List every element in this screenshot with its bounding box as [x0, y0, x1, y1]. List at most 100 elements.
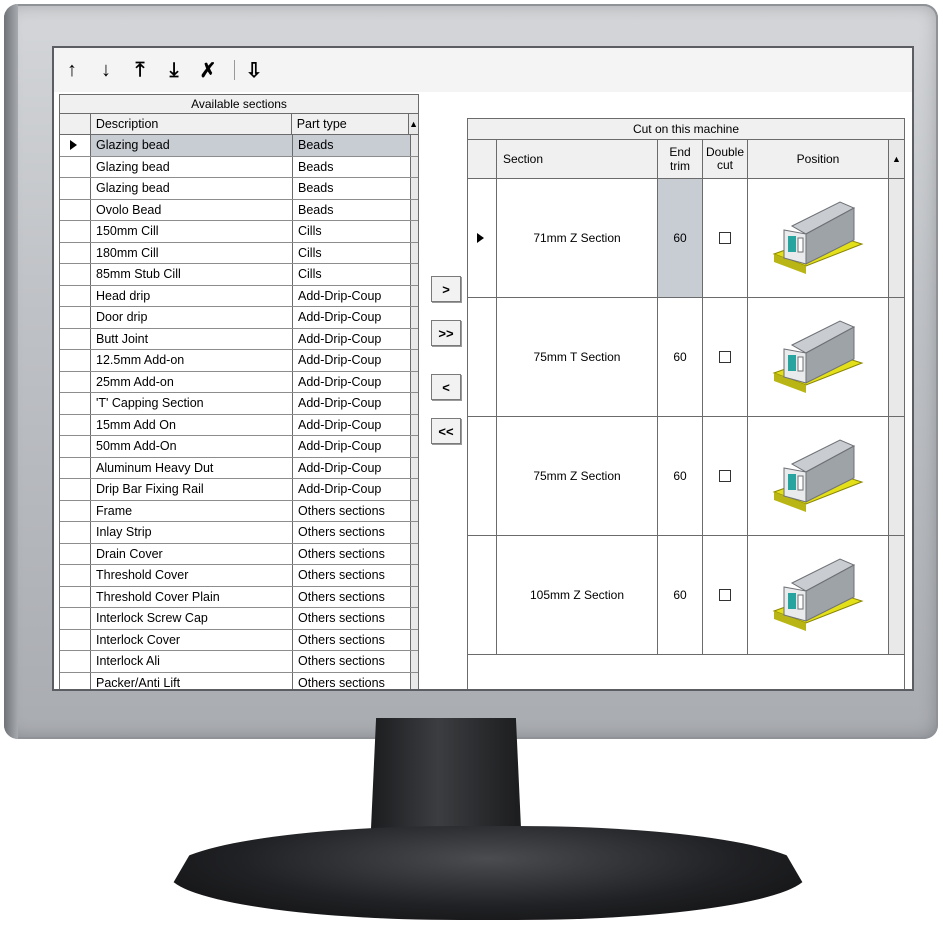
cell-part-type[interactable]: Others sections [293, 586, 411, 607]
cell-part-type[interactable]: Others sections [293, 500, 411, 521]
cell-description[interactable]: Drip Bar Fixing Rail [91, 479, 293, 500]
cell-description[interactable]: Aluminum Heavy Dut [91, 457, 293, 478]
cell-section[interactable]: 71mm Z Section [497, 179, 658, 297]
scrollbar-track[interactable] [411, 543, 418, 564]
scroll-up-icon[interactable]: ▲ [409, 114, 418, 134]
add-all-button[interactable]: >> [431, 320, 461, 346]
table-row[interactable]: 75mm Z Section 60 [468, 417, 904, 536]
cell-description[interactable]: Threshold Cover Plain [91, 586, 293, 607]
scrollbar-track[interactable] [411, 500, 418, 521]
table-row[interactable]: 75mm T Section 60 [468, 298, 904, 417]
cell-description[interactable]: Drain Cover [91, 543, 293, 564]
table-row[interactable]: Packer/Anti Lift Others sections [60, 672, 418, 689]
scrollbar-track[interactable] [889, 536, 904, 654]
table-row[interactable]: 15mm Add On Add-Drip-Coup [60, 414, 418, 436]
scrollbar-track[interactable] [411, 371, 418, 392]
cell-end-trim[interactable]: 60 [658, 536, 703, 654]
scrollbar-track[interactable] [411, 285, 418, 306]
double-cut-checkbox[interactable] [719, 351, 731, 363]
table-row[interactable]: Interlock Ali Others sections [60, 651, 418, 673]
table-row[interactable]: 150mm Cill Cills [60, 221, 418, 243]
column-part-type[interactable]: Part type [292, 114, 410, 134]
scrollbar-track[interactable] [889, 179, 904, 297]
cell-description[interactable]: 25mm Add-on [91, 371, 293, 392]
delete-icon[interactable]: ✗ [194, 56, 222, 84]
cell-part-type[interactable]: Others sections [293, 672, 411, 689]
scrollbar-track[interactable] [411, 522, 418, 543]
column-description[interactable]: Description [91, 114, 292, 134]
cell-part-type[interactable]: Add-Drip-Coup [293, 285, 411, 306]
table-row[interactable]: 180mm Cill Cills [60, 242, 418, 264]
table-row[interactable]: Butt Joint Add-Drip-Coup [60, 328, 418, 350]
cell-section[interactable]: 105mm Z Section [497, 536, 658, 654]
cell-description[interactable]: 180mm Cill [91, 242, 293, 263]
double-cut-checkbox[interactable] [719, 470, 731, 482]
column-position[interactable]: Position [748, 140, 889, 178]
cell-part-type[interactable]: Cills [293, 242, 411, 263]
cell-description[interactable]: 12.5mm Add-on [91, 350, 293, 371]
cell-part-type[interactable]: Cills [293, 221, 411, 242]
cell-part-type[interactable]: Add-Drip-Coup [293, 457, 411, 478]
cell-description[interactable]: 15mm Add On [91, 414, 293, 435]
table-row[interactable]: Glazing bead Beads [60, 135, 418, 157]
cell-part-type[interactable]: Add-Drip-Coup [293, 328, 411, 349]
cell-end-trim[interactable]: 60 [658, 179, 703, 297]
cell-description[interactable]: 85mm Stub Cill [91, 264, 293, 285]
table-row[interactable]: Interlock Screw Cap Others sections [60, 608, 418, 630]
cell-part-type[interactable]: Add-Drip-Coup [293, 414, 411, 435]
scrollbar-track[interactable] [411, 178, 418, 199]
cell-part-type[interactable]: Beads [293, 199, 411, 220]
scrollbar-track[interactable] [411, 436, 418, 457]
cell-part-type[interactable]: Add-Drip-Coup [293, 307, 411, 328]
double-cut-checkbox[interactable] [719, 589, 731, 601]
table-row[interactable]: Frame Others sections [60, 500, 418, 522]
table-row[interactable]: Interlock Cover Others sections [60, 629, 418, 651]
scrollbar-track[interactable] [411, 156, 418, 177]
cell-part-type[interactable]: Add-Drip-Coup [293, 479, 411, 500]
scrollbar-track[interactable] [411, 307, 418, 328]
remove-all-button[interactable]: << [431, 418, 461, 444]
add-button[interactable]: > [431, 276, 461, 302]
scrollbar-track[interactable] [411, 629, 418, 650]
scrollbar-track[interactable] [411, 414, 418, 435]
table-row[interactable]: Inlay Strip Others sections [60, 522, 418, 544]
cell-part-type[interactable]: Others sections [293, 608, 411, 629]
cell-part-type[interactable]: Others sections [293, 651, 411, 672]
cell-section[interactable]: 75mm Z Section [497, 417, 658, 535]
scrollbar-track[interactable] [411, 135, 418, 156]
move-bottom-icon[interactable]: ⤓ [160, 56, 188, 84]
cell-section[interactable]: 75mm T Section [497, 298, 658, 416]
scrollbar-track[interactable] [411, 328, 418, 349]
scrollbar-track[interactable] [411, 393, 418, 414]
table-row[interactable]: Glazing bead Beads [60, 178, 418, 200]
table-row[interactable]: 71mm Z Section 60 [468, 179, 904, 298]
column-end-trim[interactable]: End trim [658, 140, 703, 178]
scrollbar-track[interactable] [411, 221, 418, 242]
table-row[interactable]: 12.5mm Add-on Add-Drip-Coup [60, 350, 418, 372]
cell-description[interactable]: 150mm Cill [91, 221, 293, 242]
cell-description[interactable]: Ovolo Bead [91, 199, 293, 220]
table-row[interactable]: 50mm Add-On Add-Drip-Coup [60, 436, 418, 458]
scrollbar-track[interactable] [411, 586, 418, 607]
column-double-cut[interactable]: Double cut [703, 140, 748, 178]
cell-description[interactable]: 'T' Capping Section [91, 393, 293, 414]
table-row[interactable]: Door drip Add-Drip-Coup [60, 307, 418, 329]
table-row[interactable]: Threshold Cover Others sections [60, 565, 418, 587]
scrollbar-track[interactable] [411, 457, 418, 478]
table-row[interactable]: Ovolo Bead Beads [60, 199, 418, 221]
scrollbar-track[interactable] [411, 651, 418, 672]
cell-part-type[interactable]: Add-Drip-Coup [293, 436, 411, 457]
cell-description[interactable]: Glazing bead [91, 156, 293, 177]
cell-part-type[interactable]: Add-Drip-Coup [293, 350, 411, 371]
scrollbar-track[interactable] [411, 242, 418, 263]
cell-description[interactable]: Glazing bead [91, 135, 293, 156]
table-row[interactable]: Glazing bead Beads [60, 156, 418, 178]
remove-button[interactable]: < [431, 374, 461, 400]
move-top-icon[interactable]: ⤒ [126, 56, 154, 84]
cell-description[interactable]: Head drip [91, 285, 293, 306]
cell-part-type[interactable]: Cills [293, 264, 411, 285]
scrollbar-track[interactable] [889, 417, 904, 535]
table-row[interactable]: Drip Bar Fixing Rail Add-Drip-Coup [60, 479, 418, 501]
cell-part-type[interactable]: Add-Drip-Coup [293, 371, 411, 392]
cell-part-type[interactable]: Beads [293, 178, 411, 199]
